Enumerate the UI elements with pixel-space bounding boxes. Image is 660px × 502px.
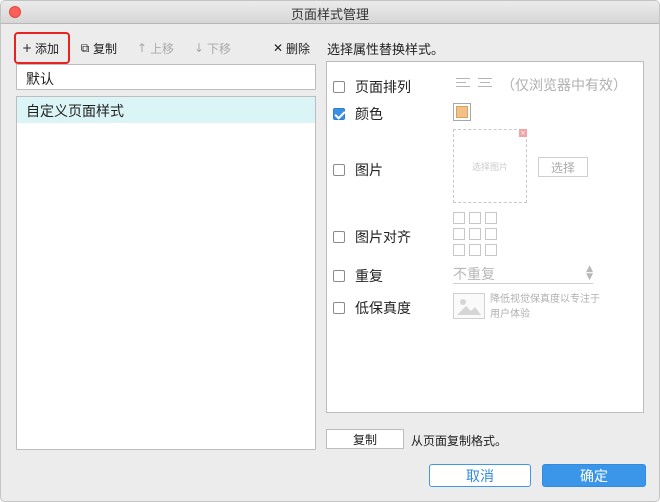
move-down-button[interactable]: ↓ 下移 <box>193 39 231 57</box>
ok-button[interactable]: 确定 <box>542 464 646 487</box>
cancel-button[interactable]: 取消 <box>429 464 531 487</box>
up-label: 上移 <box>150 41 175 56</box>
image-align-grid <box>453 212 501 260</box>
color-checkbox[interactable] <box>333 108 345 120</box>
remove-image-icon[interactable]: × <box>519 129 527 137</box>
page-align-row: 页面排列 <box>333 77 411 97</box>
color-swatch-fill <box>456 106 468 118</box>
repeat-checkbox[interactable] <box>333 270 345 282</box>
align-cell[interactable] <box>453 228 465 240</box>
lowfi-hint: 降低视觉保真度以专注于用户体验 <box>490 294 600 320</box>
image-icon <box>453 293 485 319</box>
repeat-select[interactable]: 不重复 ▲ ▼ <box>453 264 593 284</box>
delete-label: 删除 <box>286 41 311 56</box>
page-style-dialog: 页面样式管理 + 添加 ⧉ 复制 ↑ 上移 ↓ 下移 ✕ 删除 默认 自定义页面… <box>0 0 660 502</box>
lowfi-label: 低保真度 <box>355 301 411 317</box>
page-align-checkbox[interactable] <box>333 81 345 93</box>
lowfi-checkbox[interactable] <box>333 302 345 314</box>
right-heading: 选择属性替换样式。 <box>327 43 445 58</box>
repeat-row: 重复 <box>333 266 383 286</box>
color-row: 颜色 <box>333 104 383 124</box>
image-label: 图片 <box>355 163 383 179</box>
arrow-up-icon: ↑ <box>136 41 148 55</box>
align-cell[interactable] <box>453 212 465 224</box>
add-label: 添加 <box>35 41 60 56</box>
window-title: 页面样式管理 <box>290 8 369 23</box>
add-button[interactable]: + 添加 <box>21 39 59 57</box>
move-up-button[interactable]: ↑ 上移 <box>136 39 174 57</box>
page-align-hint: （仅浏览器中有效） <box>501 78 627 94</box>
image-align-row: 图片对齐 <box>333 227 411 247</box>
copy-from-page-hint: 从页面复制格式。 <box>411 434 508 448</box>
plus-icon: + <box>21 41 33 55</box>
image-row: 图片 <box>333 160 383 180</box>
image-align-label: 图片对齐 <box>355 230 411 246</box>
properties-panel: 页面排列 （仅浏览器中有效） 颜色 图片 选择图片 × 选择 图片对齐 重复 不… <box>326 61 644 413</box>
list-item[interactable]: 自定义页面样式 <box>17 97 315 123</box>
image-checkbox[interactable] <box>333 164 345 176</box>
duplicate-icon: ⧉ <box>80 40 90 55</box>
repeat-label: 重复 <box>355 269 383 285</box>
page-align-label: 页面排列 <box>355 80 411 96</box>
image-align-checkbox[interactable] <box>333 231 345 243</box>
chevron-updown-icon: ▲ ▼ <box>586 264 593 282</box>
align-cell[interactable] <box>485 244 497 256</box>
title-bar: 页面样式管理 <box>1 1 659 24</box>
copy-label: 复制 <box>93 41 118 56</box>
align-cell[interactable] <box>469 244 481 256</box>
align-cell[interactable] <box>485 212 497 224</box>
image-placeholder: 选择图片 <box>471 162 508 173</box>
delete-button[interactable]: ✕ 删除 <box>272 39 310 57</box>
align-left-icon[interactable] <box>456 78 470 88</box>
arrow-down-icon: ↓ <box>193 41 205 55</box>
down-label: 下移 <box>207 41 232 56</box>
close-icon: ✕ <box>272 41 284 55</box>
style-name-field[interactable]: 默认 <box>16 64 316 90</box>
copy-style-button[interactable]: ⧉ 复制 <box>79 39 117 57</box>
lowfi-row: 低保真度 <box>333 298 411 318</box>
color-swatch[interactable] <box>453 103 471 121</box>
align-cell[interactable] <box>485 228 497 240</box>
color-label: 颜色 <box>355 107 383 123</box>
align-cell[interactable] <box>469 228 481 240</box>
align-center-icon[interactable] <box>478 78 492 88</box>
align-cell[interactable] <box>453 244 465 256</box>
align-cell[interactable] <box>469 212 481 224</box>
image-dropzone[interactable]: 选择图片 × <box>453 129 527 203</box>
repeat-value: 不重复 <box>453 267 495 283</box>
choose-image-button[interactable]: 选择 <box>538 157 588 177</box>
copy-from-page-button[interactable]: 复制 <box>326 429 404 449</box>
style-list: 自定义页面样式 <box>16 96 316 450</box>
